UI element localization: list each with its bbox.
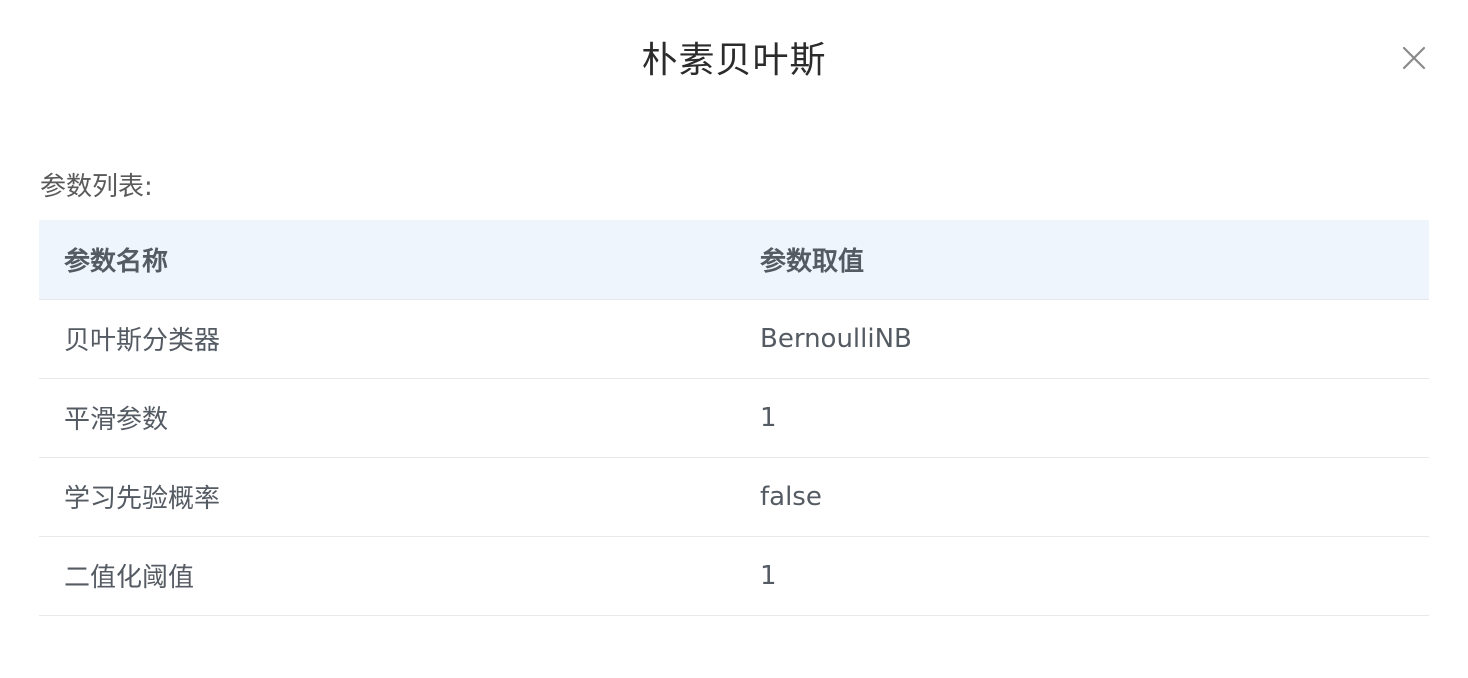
param-value-cell: 1	[735, 378, 1429, 458]
table-row: 平滑参数 1	[39, 378, 1429, 458]
param-name-cell: 平滑参数	[39, 378, 735, 458]
naive-bayes-dialog: 朴素贝叶斯 参数列表: 参数名称 参数取值 贝叶斯分类器 BernoulliNB	[0, 0, 1468, 678]
param-name-cell: 二值化阈值	[39, 536, 735, 616]
param-name-cell: 贝叶斯分类器	[39, 299, 735, 379]
param-table: 参数名称 参数取值 贝叶斯分类器 BernoulliNB 平滑参数 1 学习先验…	[39, 220, 1429, 616]
dialog-title: 朴素贝叶斯	[641, 40, 827, 81]
column-header-param-name: 参数名称	[39, 220, 735, 300]
column-header-param-value: 参数取值	[735, 220, 1429, 300]
param-table-body: 贝叶斯分类器 BernoulliNB 平滑参数 1 学习先验概率 false 二…	[39, 299, 1429, 616]
param-name-cell: 学习先验概率	[39, 457, 735, 537]
param-table-header: 参数名称 参数取值	[39, 220, 1429, 300]
param-value-cell: 1	[735, 536, 1429, 616]
close-button[interactable]	[1396, 40, 1432, 76]
table-row: 贝叶斯分类器 BernoulliNB	[39, 299, 1429, 379]
dialog-header: 朴素贝叶斯	[0, 0, 1468, 120]
param-value-cell: BernoulliNB	[735, 299, 1429, 379]
close-icon	[1402, 46, 1426, 70]
param-list-label: 参数列表:	[40, 172, 153, 202]
param-value-cell: false	[735, 457, 1429, 537]
table-header-row: 参数名称 参数取值	[39, 220, 1429, 300]
table-row: 二值化阈值 1	[39, 536, 1429, 616]
table-row: 学习先验概率 false	[39, 457, 1429, 537]
